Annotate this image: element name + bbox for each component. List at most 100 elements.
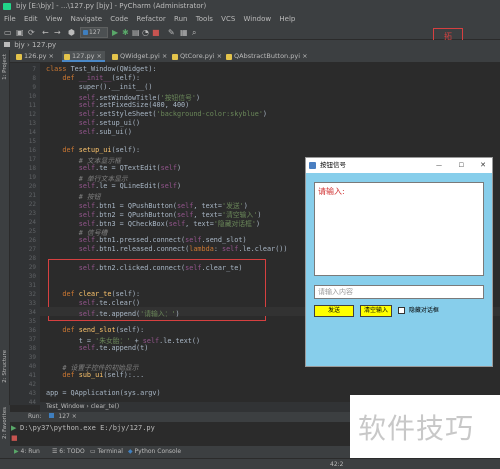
- search-icon[interactable]: ⌕: [192, 28, 196, 37]
- menu-bar: File Edit View Navigate Code Refactor Ru…: [0, 13, 500, 25]
- code-line: def clear_te(self):: [62, 290, 141, 298]
- build-icon[interactable]: ⬢: [68, 28, 75, 37]
- python-file-icon: [172, 54, 178, 60]
- sync-icon[interactable]: ⟳: [28, 28, 35, 37]
- coverage-icon[interactable]: ▤: [132, 28, 140, 37]
- line-number: 9: [32, 84, 36, 91]
- code-line: app = QApplication(sys.argv): [46, 389, 161, 397]
- tab-qtcore-pyi[interactable]: QtCore.pyi ×: [170, 51, 225, 62]
- line-number: 10: [28, 93, 36, 100]
- python-file-icon: [16, 54, 22, 60]
- python-file-icon: [112, 54, 118, 60]
- line-number: 17: [28, 156, 36, 163]
- stop-icon[interactable]: ■: [11, 434, 18, 442]
- line-number: 41: [28, 372, 36, 379]
- settings-wrench-icon[interactable]: ✎: [168, 28, 175, 37]
- clear-input-button[interactable]: 清空输入: [360, 305, 392, 317]
- line-number: 35: [28, 318, 36, 325]
- line-number: 38: [28, 345, 36, 352]
- minimize-button[interactable]: —: [436, 158, 442, 173]
- menu-window[interactable]: Window: [244, 15, 272, 23]
- forward-arrow-icon[interactable]: →: [54, 28, 61, 37]
- menu-vcs[interactable]: VCS: [221, 15, 235, 23]
- run-play-icon: ▶: [14, 448, 19, 455]
- line-number: 23: [28, 210, 36, 217]
- menu-file[interactable]: File: [4, 15, 16, 23]
- code-line: self.setStyleSheet('background-color:sky…: [78, 110, 268, 118]
- line-number-gutter: 7 8 9 10 11 12 13 14 15 16 17 18 19 20 21 22 23 24 25 26 27 2…: [10, 63, 40, 406]
- code-line: def sub_ui(self):...: [62, 371, 145, 379]
- line-number: 21: [28, 192, 36, 199]
- line-number: 15: [28, 138, 36, 145]
- stop-icon[interactable]: ■: [152, 28, 160, 37]
- project-tool-tab[interactable]: 1: Project: [2, 54, 8, 80]
- line-number: 33: [28, 300, 36, 307]
- run-label: Run:: [28, 413, 42, 420]
- menu-navigate[interactable]: Navigate: [71, 15, 102, 23]
- tab-qwidget-pyi[interactable]: QWidget.pyi ×: [110, 51, 170, 62]
- breadcrumb-project[interactable]: bjy: [14, 41, 25, 49]
- run-config-select[interactable]: 127: [80, 27, 108, 38]
- code-line: self.btn1.pressed.connect(self.send_slot…: [78, 236, 247, 244]
- code-line: self.btn2.clicked.connect(self.clear_te): [78, 264, 243, 272]
- menu-tools[interactable]: Tools: [196, 15, 213, 23]
- line-number: 24: [28, 219, 36, 226]
- tab-terminal[interactable]: ▭ Terminal: [90, 446, 123, 458]
- run-config-tab[interactable]: 127: [58, 413, 69, 420]
- line-edit-placeholder: 请输入内容: [318, 288, 353, 296]
- tab-todo[interactable]: ☰ 6: TODO: [52, 446, 85, 458]
- python-file-icon: [226, 54, 232, 60]
- left-tool-strip: 1: Project 2: Structure: [0, 50, 10, 405]
- line-number: 25: [28, 228, 36, 235]
- code-line: def send_slot(self):: [62, 326, 145, 334]
- menu-code[interactable]: Code: [110, 15, 128, 23]
- breadcrumb-file[interactable]: 127.py: [32, 41, 56, 49]
- ide-title-bar: bjy [E:\bjy] - ...\127.py [bjy] - PyChar…: [0, 0, 500, 13]
- favorites-tool-tab[interactable]: 2: Favorites: [2, 407, 8, 439]
- text-edit[interactable]: 请输入:: [314, 182, 484, 276]
- close-button[interactable]: ✕: [480, 158, 486, 173]
- line-number: 14: [28, 129, 36, 136]
- crumb-method[interactable]: clear_te(): [91, 403, 120, 410]
- tab-qabstractbutton-pyi[interactable]: QAbstractButton.pyi ×: [224, 51, 311, 62]
- tab-run[interactable]: ▶ 4: Run: [14, 446, 40, 458]
- watermark-text: 软件技巧: [358, 412, 475, 445]
- maximize-button[interactable]: ☐: [459, 158, 464, 173]
- profile-icon[interactable]: ◔: [142, 28, 149, 37]
- python-icon: [49, 413, 55, 418]
- qt-window-body: 请输入: 请输入内容 发送 清空输入 隐藏对话框: [306, 173, 492, 366]
- menu-edit[interactable]: Edit: [24, 15, 38, 23]
- rerun-icon[interactable]: ▶: [11, 424, 16, 432]
- hide-dialog-checkbox[interactable]: 隐藏对话框: [398, 307, 439, 317]
- close-icon[interactable]: ×: [72, 413, 77, 420]
- run-play-icon[interactable]: ▶: [112, 28, 118, 37]
- menu-help[interactable]: Help: [279, 15, 295, 23]
- checkbox-box[interactable]: [398, 307, 405, 314]
- send-button[interactable]: 发送: [314, 305, 354, 317]
- save-icon[interactable]: ▣: [16, 28, 24, 37]
- tab-126-py[interactable]: 126.py ×: [14, 51, 57, 62]
- menu-run[interactable]: Run: [174, 15, 187, 23]
- open-folder-icon[interactable]: ▭: [4, 28, 12, 37]
- line-edit[interactable]: 请输入内容: [314, 285, 484, 299]
- debug-bug-icon[interactable]: ✱: [122, 28, 129, 37]
- menu-refactor[interactable]: Refactor: [136, 15, 165, 23]
- menu-view[interactable]: View: [46, 15, 63, 23]
- project-structure-icon[interactable]: ▦: [180, 28, 188, 37]
- structure-tool-tab[interactable]: 2: Structure: [2, 350, 8, 383]
- crumb-class[interactable]: Test_Window: [46, 403, 84, 410]
- line-number: 42: [28, 381, 36, 388]
- watermark-panel: 软件技巧: [350, 395, 500, 458]
- code-line: self.setFixedSize(400, 400): [78, 101, 190, 109]
- code-line: self.le = QLineEdit(self): [78, 182, 182, 190]
- favorites-strip: 2: Favorites: [0, 405, 10, 446]
- line-number: 7: [32, 66, 36, 73]
- tab-python-console[interactable]: ◆ Python Console: [128, 446, 181, 458]
- tab-127-py[interactable]: 127.py ×: [62, 51, 105, 62]
- line-number: 32: [28, 291, 36, 298]
- python-icon: ◆: [128, 448, 133, 455]
- line-number: 34: [28, 309, 36, 316]
- cursor-position[interactable]: 42:2: [330, 459, 343, 469]
- code-line: self.te.append('请输入：'): [78, 310, 180, 318]
- back-arrow-icon[interactable]: ←: [42, 28, 49, 37]
